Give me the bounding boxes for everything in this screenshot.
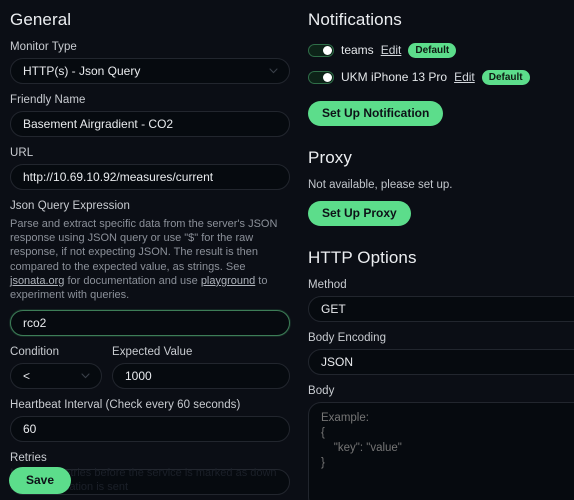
method-field: Method GET [308, 279, 574, 322]
json-query-label: Json Query Expression [10, 200, 130, 212]
json-query-field: Json Query Expression Parse and extract … [10, 200, 290, 337]
condition-select-wrap[interactable]: < [10, 363, 102, 390]
monitor-type-field: Monitor Type HTTP(s) - Json Query [10, 41, 290, 84]
setup-notification-button[interactable]: Set Up Notification [308, 101, 444, 126]
general-column: General Monitor Type HTTP(s) - Json Quer… [0, 0, 300, 500]
friendly-name-field: Friendly Name [10, 94, 290, 137]
setup-proxy-button[interactable]: Set Up Proxy [308, 201, 411, 226]
expected-value-field: Expected Value [112, 346, 290, 390]
proxy-heading: Proxy [308, 148, 352, 167]
monitor-type-label: Monitor Type [10, 41, 77, 53]
condition-row: Condition < Expected Value [10, 346, 290, 390]
body-field: Body [308, 385, 574, 500]
notification-item: UKM iPhone 13 Pro Edit Default [308, 68, 574, 86]
body-encoding-label: Body Encoding [308, 332, 387, 344]
monitor-edit-page: General Monitor Type HTTP(s) - Json Quer… [0, 0, 574, 500]
url-label: URL [10, 147, 34, 159]
expected-value-label: Expected Value [112, 346, 193, 359]
jsonata-link[interactable]: jsonata.org [10, 275, 64, 287]
url-input[interactable] [10, 164, 290, 190]
friendly-name-label: Friendly Name [10, 94, 86, 106]
monitor-type-select-wrap[interactable]: HTTP(s) - Json Query [10, 58, 290, 84]
heartbeat-label: Heartbeat Interval (Check every 60 secon… [10, 399, 241, 412]
json-query-help: Parse and extract specific data from the… [10, 217, 290, 302]
heartbeat-input[interactable] [10, 416, 290, 443]
notification-default-badge: Default [408, 42, 457, 58]
general-heading: General [10, 10, 72, 29]
notification-name: UKM iPhone 13 Pro [341, 70, 448, 84]
method-label: Method [308, 279, 347, 291]
friendly-name-input[interactable] [10, 111, 290, 137]
condition-select[interactable]: < [10, 363, 102, 390]
notification-toggle-ukm-iphone[interactable] [308, 70, 334, 84]
options-column: Notifications teams Edit Default UKM iPh… [300, 0, 574, 500]
expected-value-input[interactable] [112, 363, 290, 390]
json-query-input[interactable] [10, 310, 290, 337]
proxy-note: Not available, please set up. [308, 179, 453, 191]
condition-field: Condition < [10, 346, 102, 390]
monitor-type-select[interactable]: HTTP(s) - Json Query [10, 58, 290, 84]
save-button[interactable]: Save [9, 467, 72, 494]
json-query-help-prefix: See [225, 260, 246, 273]
method-select[interactable]: GET [308, 296, 574, 322]
json-query-help-mid: for documentation and use [64, 274, 201, 287]
body-label: Body [308, 385, 335, 397]
notifications-heading: Notifications [308, 10, 402, 29]
url-field: URL [10, 147, 290, 190]
toggle-knob [322, 72, 332, 82]
notification-toggle-teams[interactable] [308, 43, 334, 57]
heartbeat-field: Heartbeat Interval (Check every 60 secon… [10, 399, 290, 443]
toggle-knob [322, 45, 332, 55]
notification-default-badge: Default [481, 69, 530, 85]
notification-edit-link[interactable]: Edit [454, 70, 475, 84]
body-encoding-select[interactable]: JSON [308, 349, 574, 375]
notification-item: teams Edit Default [308, 41, 574, 59]
retries-label: Retries [10, 452, 47, 465]
http-options-heading: HTTP Options [308, 248, 417, 267]
condition-label: Condition [10, 346, 60, 359]
notification-name: teams [341, 43, 374, 57]
notification-edit-link[interactable]: Edit [381, 43, 402, 57]
body-textarea[interactable] [308, 402, 574, 500]
body-encoding-field: Body Encoding JSON [308, 332, 574, 375]
playground-link[interactable]: playground [201, 275, 255, 287]
